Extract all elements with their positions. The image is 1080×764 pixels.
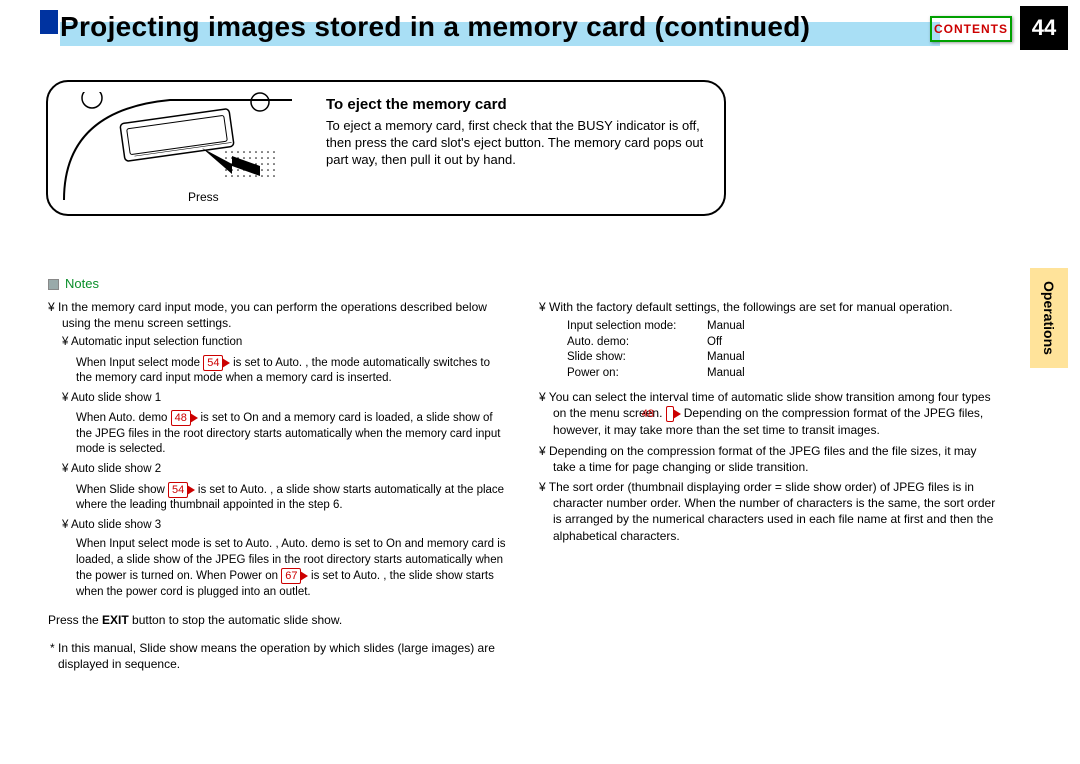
setting-key: Input selection mode: — [567, 319, 707, 335]
setting-key: Slide show: — [567, 350, 707, 366]
press-label: Press — [188, 190, 219, 204]
note-b-title: ¥ Auto slide show 1 — [62, 391, 509, 407]
note-a-b1: When Input select mode — [76, 357, 203, 369]
setting-key: Power on: — [567, 366, 707, 382]
note-b-b1: When Auto. demo — [76, 412, 171, 424]
note-c-body: When Slide show 54 is set to Auto. , a s… — [76, 482, 509, 514]
callout-title: To eject the memory card — [326, 96, 507, 113]
note-a-body: When Input select mode 54 is set to Auto… — [76, 355, 509, 387]
note-a-title: ¥ Automatic input selection function — [62, 335, 509, 351]
page-title-band: Projecting images stored in a memory car… — [60, 14, 940, 50]
setting-key: Auto. demo: — [567, 335, 707, 351]
section-tab-operations[interactable]: Operations — [1030, 268, 1068, 368]
setting-row: Input selection mode:Manual — [567, 319, 1000, 335]
notes-heading-text: Notes — [65, 276, 99, 291]
contents-button[interactable]: CONTENTS — [930, 16, 1012, 42]
page-ref-54b[interactable]: 54 — [168, 482, 188, 498]
notes-heading: Notes — [48, 276, 1000, 291]
notes-left-column: ¥ In the memory card input mode, you can… — [48, 299, 509, 685]
setting-row: Auto. demo:Off — [567, 335, 1000, 351]
setting-val: Manual — [707, 350, 745, 366]
section-tab-label: Operations — [1041, 281, 1057, 355]
note-c-title: ¥ Auto slide show 2 — [62, 462, 509, 478]
asterisk-note: * In this manual, Slide show means the o… — [48, 640, 509, 672]
note-d-title: ¥ Auto slide show 3 — [62, 518, 509, 534]
eject-card-svg — [62, 92, 294, 204]
page-number: 44 — [1020, 6, 1068, 50]
note-r4: ¥ The sort order (thumbnail displaying o… — [539, 479, 1000, 544]
eject-card-illustration — [62, 92, 294, 204]
notes-section: Notes ¥ In the memory card input mode, y… — [48, 276, 1000, 685]
notes-right-column: ¥ With the factory default settings, the… — [539, 299, 1000, 685]
note-b-body: When Auto. demo 48 is set to On and a me… — [76, 410, 509, 458]
notes-bullet-icon — [48, 279, 59, 290]
press-arrow-icon — [202, 148, 260, 176]
note-d-body: When Input select mode is set to Auto. ,… — [76, 537, 509, 600]
callout-body: To eject a memory card, first check that… — [326, 118, 706, 169]
page-ref-54a[interactable]: 54 — [203, 355, 223, 371]
note-l1: ¥ In the memory card input mode, you can… — [48, 299, 509, 331]
note-r2: ¥ You can select the interval time of au… — [539, 389, 1000, 438]
setting-val: Manual — [707, 319, 745, 335]
note-c-b1: When Slide show — [76, 484, 168, 496]
exit-note: Press the EXIT button to stop the automa… — [48, 612, 509, 628]
note-r3: ¥ Depending on the compression format of… — [539, 443, 1000, 475]
setting-row: Slide show:Manual — [567, 350, 1000, 366]
note-r1: ¥ With the factory default settings, the… — [539, 299, 1000, 315]
page-ref-48b[interactable]: 48 — [666, 406, 674, 422]
default-settings-table: Input selection mode:Manual Auto. demo:O… — [567, 319, 1000, 381]
page-title: Projecting images stored in a memory car… — [60, 11, 940, 43]
page-ref-67[interactable]: 67 — [281, 568, 301, 584]
setting-val: Off — [707, 335, 722, 351]
page-ref-48a[interactable]: 48 — [171, 410, 191, 426]
header-accent — [40, 10, 58, 34]
setting-val: Manual — [707, 366, 745, 382]
exit-button-label: EXIT — [102, 613, 129, 627]
manual-page: Projecting images stored in a memory car… — [0, 0, 1080, 764]
setting-row: Power on:Manual — [567, 366, 1000, 382]
eject-card-callout: Press To eject the memory card To eject … — [46, 80, 726, 216]
